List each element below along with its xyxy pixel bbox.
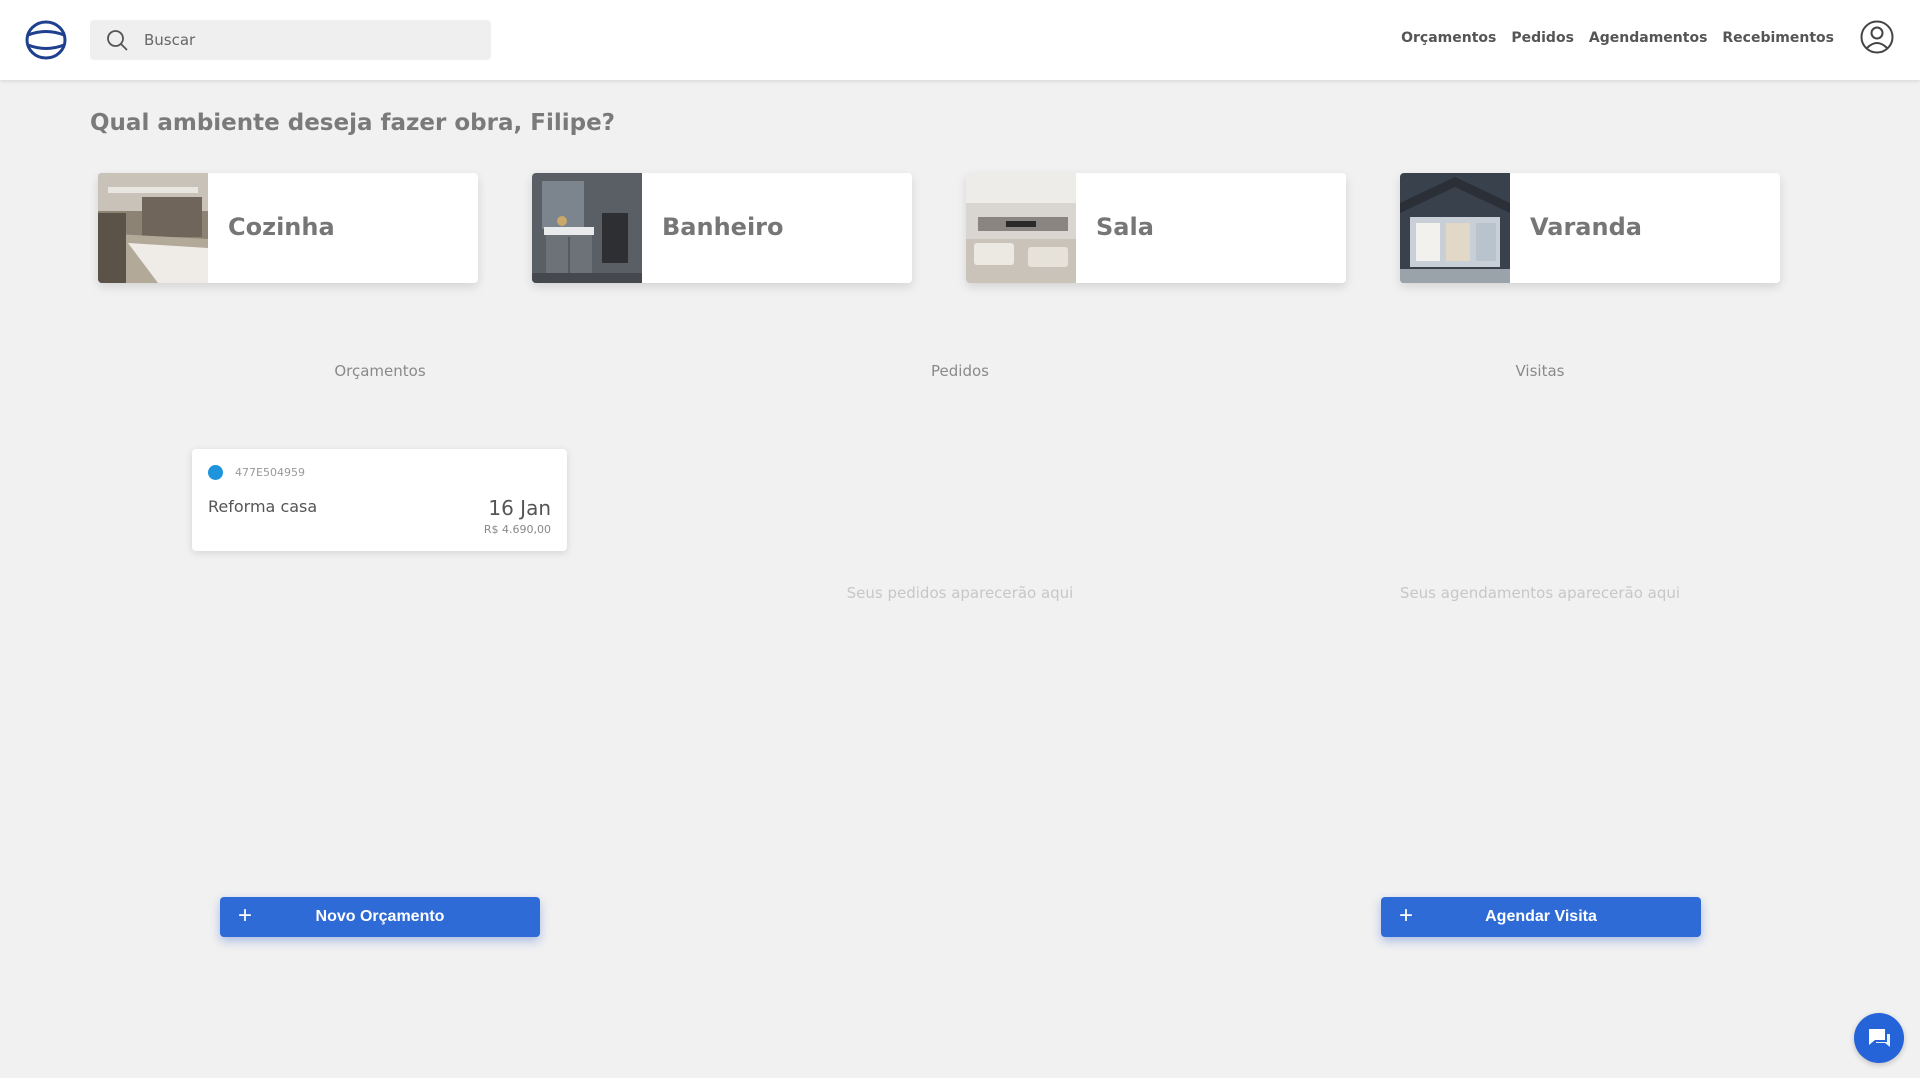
user-circle-icon[interactable] [1860, 20, 1894, 54]
room-label: Sala [1096, 213, 1154, 241]
quote-id: 477E504959 [235, 466, 305, 479]
visits-empty-message: Seus agendamentos aparecerão aqui [1399, 584, 1681, 602]
search-input[interactable] [144, 20, 474, 60]
chat-icon[interactable] [1854, 1013, 1904, 1063]
search-bar [90, 20, 491, 60]
schedule-visit-button-label: Agendar Visita [1485, 908, 1597, 925]
room-label: Varanda [1530, 213, 1642, 241]
nav-pedidos[interactable]: Pedidos [1511, 30, 1574, 46]
room-label: Banheiro [662, 213, 784, 241]
quote-date: 16 Jan [488, 496, 551, 520]
room-card-cozinha[interactable]: Cozinha [98, 173, 478, 283]
main-nav: Orçamentos Pedidos Agendamentos Recebime… [1401, 30, 1834, 46]
column-title-visitas: Visitas [1515, 362, 1565, 380]
room-label: Cozinha [228, 213, 335, 241]
room-card-sala[interactable]: Sala [966, 173, 1346, 283]
page-title: Qual ambiente deseja fazer obra, Filipe? [90, 110, 616, 136]
room-image-living-room [966, 173, 1076, 283]
schedule-visit-button[interactable]: + Agendar Visita [1381, 897, 1701, 937]
search-icon[interactable] [106, 29, 128, 51]
new-quote-button-label: Novo Orçamento [315, 908, 445, 925]
new-quote-button[interactable]: + Novo Orçamento [220, 897, 540, 937]
room-image-kitchen [98, 173, 208, 283]
room-image-bathroom [532, 173, 642, 283]
room-image-balcony [1400, 173, 1510, 283]
nav-recebimentos[interactable]: Recebimentos [1722, 30, 1834, 46]
room-card-banheiro[interactable]: Banheiro [532, 173, 912, 283]
orders-empty-message: Seus pedidos aparecerão aqui [846, 584, 1074, 602]
logo-icon[interactable] [24, 18, 68, 62]
column-title-orcamentos: Orçamentos [334, 362, 426, 380]
quote-price: R$ 4.690,00 [483, 523, 551, 536]
quote-card[interactable]: 477E504959 Reforma casa 16 Jan R$ 4.690,… [192, 449, 567, 551]
status-dot [208, 465, 223, 480]
nav-orcamentos[interactable]: Orçamentos [1401, 30, 1496, 46]
room-card-varanda[interactable]: Varanda [1400, 173, 1780, 283]
column-title-pedidos: Pedidos [931, 362, 989, 380]
quote-name: Reforma casa [208, 497, 318, 516]
top-header: Orçamentos Pedidos Agendamentos Recebime… [0, 0, 1920, 80]
nav-agendamentos[interactable]: Agendamentos [1589, 30, 1707, 46]
